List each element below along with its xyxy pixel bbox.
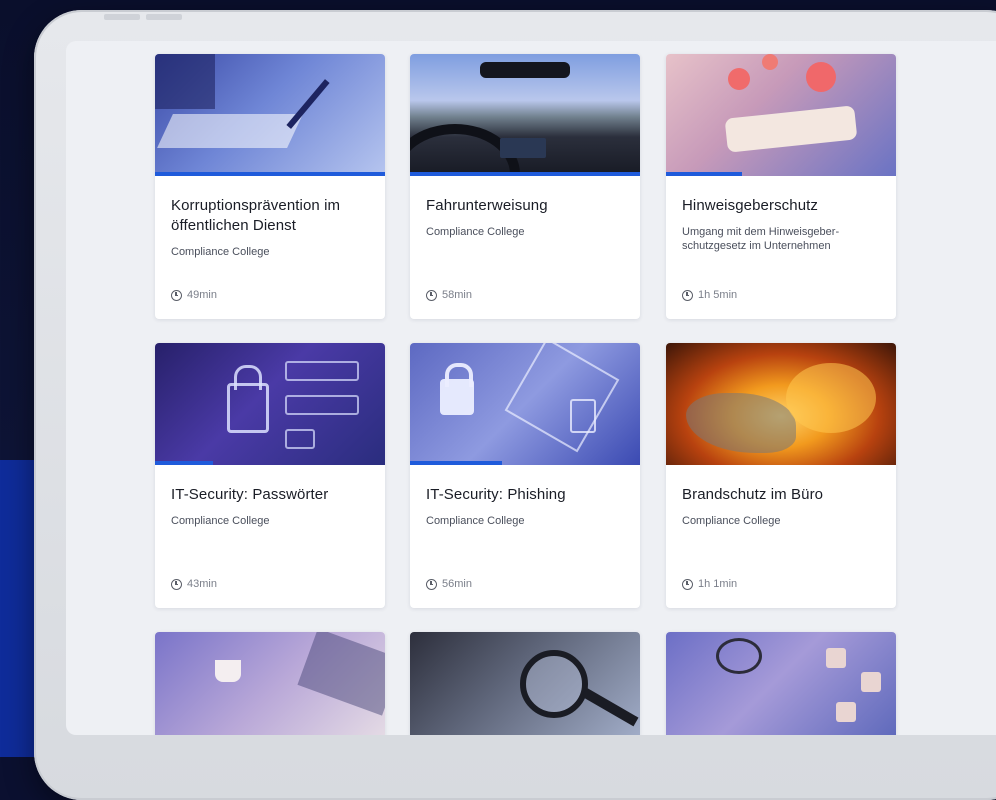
course-duration: 43min — [187, 578, 217, 590]
course-card[interactable]: IT-Security: Phishing Compliance College… — [410, 343, 640, 608]
course-card[interactable]: IT-Security: Passwörter Compliance Colle… — [155, 343, 385, 608]
course-title: Brandschutz im Büro — [682, 486, 824, 503]
tablet-volume-button — [146, 14, 182, 20]
course-card[interactable] — [410, 632, 640, 735]
course-subtitle: Compliance College — [682, 515, 781, 527]
course-card[interactable]: Brandschutz im Büro Compliance College 1… — [666, 343, 896, 608]
clock-icon — [682, 578, 693, 590]
course-subtitle: Compliance College — [171, 515, 270, 527]
course-subtitle: Umgang mit dem Hinweisgeber-schutzgesetz… — [682, 226, 840, 252]
course-image — [155, 632, 385, 735]
course-duration: 49min — [187, 289, 217, 301]
course-title: Korruptionsprävention im öffentlichen Di… — [171, 197, 341, 234]
course-title: IT-Security: Passwörter — [171, 486, 329, 503]
course-subtitle: Compliance College — [426, 226, 525, 238]
clock-icon — [426, 289, 437, 301]
course-image — [155, 343, 385, 465]
tablet-volume-button — [104, 14, 140, 20]
course-duration: 1h 5min — [698, 289, 738, 301]
course-image — [155, 54, 385, 176]
course-card[interactable] — [666, 632, 896, 735]
course-duration: 58min — [442, 289, 472, 301]
course-card[interactable]: Hinweisgeberschutz Umgang mit dem Hinwei… — [666, 54, 896, 319]
course-image — [666, 54, 896, 176]
clock-icon — [171, 578, 182, 590]
tablet-screen: Korruptionsprävention im öffentlichen Di… — [66, 41, 996, 735]
course-card[interactable]: Fahrunterweisung Compliance College 58mi… — [410, 54, 640, 319]
course-card[interactable]: Korruptionsprävention im öffentlichen Di… — [155, 54, 385, 319]
course-subtitle: Compliance College — [426, 515, 525, 527]
course-progress-bar — [155, 172, 385, 176]
course-duration: 1h 1min — [698, 578, 738, 590]
course-progress-bar — [666, 172, 742, 176]
course-progress-bar — [410, 172, 640, 176]
course-progress-bar — [410, 461, 502, 465]
course-image — [410, 632, 640, 735]
course-progress-bar — [155, 461, 213, 465]
course-duration: 56min — [442, 578, 472, 590]
clock-icon — [171, 289, 182, 301]
course-image — [410, 54, 640, 176]
clock-icon — [682, 289, 693, 301]
course-subtitle: Compliance College — [171, 246, 270, 258]
course-image — [666, 632, 896, 735]
course-card[interactable] — [155, 632, 385, 735]
clock-icon — [426, 578, 437, 590]
course-image — [666, 343, 896, 465]
course-title: Hinweisgeberschutz — [682, 197, 819, 214]
course-image — [410, 343, 640, 465]
course-title: IT-Security: Phishing — [426, 486, 566, 503]
course-title: Fahrunterweisung — [426, 197, 548, 214]
